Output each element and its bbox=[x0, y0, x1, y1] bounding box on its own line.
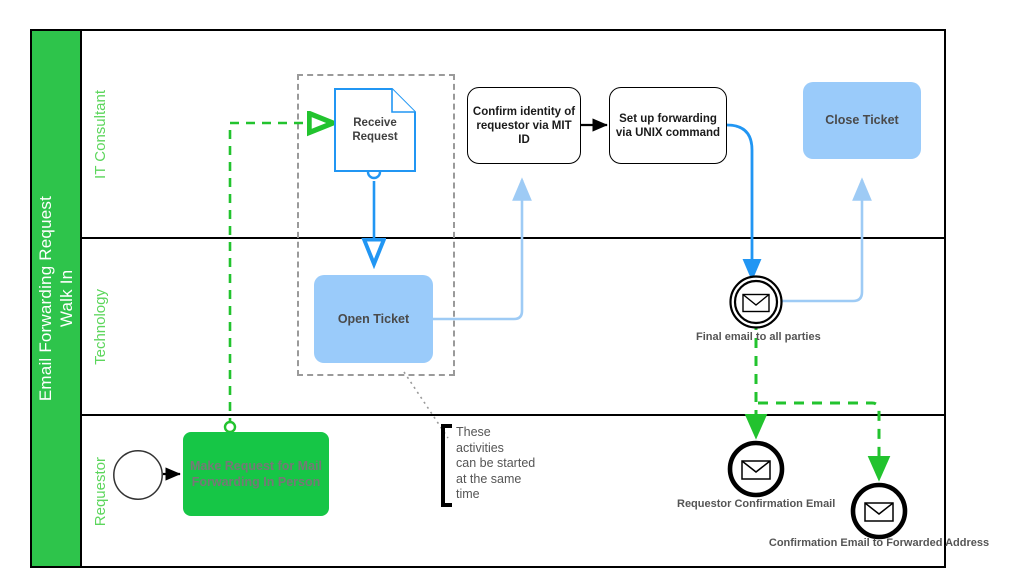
start-event-icon bbox=[113, 450, 163, 500]
end-message-event-icon bbox=[727, 440, 785, 498]
event-final-email[interactable] bbox=[729, 275, 783, 329]
document-icon bbox=[334, 88, 416, 172]
lane-technology: Technology bbox=[82, 237, 946, 414]
event-requestor-confirmation-email-label: Requestor Confirmation Email bbox=[677, 498, 836, 510]
intermediate-message-event-icon bbox=[729, 275, 783, 329]
task-make-request[interactable]: Make Request for Mail Forwarding In Pers… bbox=[183, 432, 329, 516]
end-message-event-icon bbox=[850, 482, 908, 540]
event-confirmation-email-forwarded-label: Confirmation Email to Forwarded Address bbox=[768, 537, 990, 549]
event-start[interactable] bbox=[112, 449, 164, 501]
event-confirmation-email-forwarded[interactable] bbox=[850, 482, 908, 540]
node-receive-request[interactable]: Receive Request bbox=[334, 88, 416, 172]
lane-label-it-consultant: IT Consultant bbox=[91, 89, 109, 179]
pool-title: Email Forwarding Request Walk In bbox=[36, 195, 76, 402]
lane-label-technology: Technology bbox=[91, 288, 109, 365]
pool-header: Email Forwarding Request Walk In bbox=[32, 31, 82, 566]
task-open-ticket[interactable]: Open Ticket bbox=[314, 275, 433, 363]
task-confirm-identity[interactable]: Confirm identity of requestor via MIT ID bbox=[467, 87, 581, 164]
event-requestor-confirmation-email[interactable] bbox=[727, 440, 785, 498]
task-setup-forwarding[interactable]: Set up forwarding via UNIX command bbox=[609, 87, 727, 164]
task-close-ticket[interactable]: Close Ticket bbox=[803, 82, 921, 159]
event-final-email-label: Final email to all parties bbox=[696, 331, 821, 343]
annotation-concurrent-activities: These activities can be started at the s… bbox=[456, 425, 536, 501]
diagram-canvas: Email Forwarding Request Walk In IT Cons… bbox=[0, 0, 1010, 588]
